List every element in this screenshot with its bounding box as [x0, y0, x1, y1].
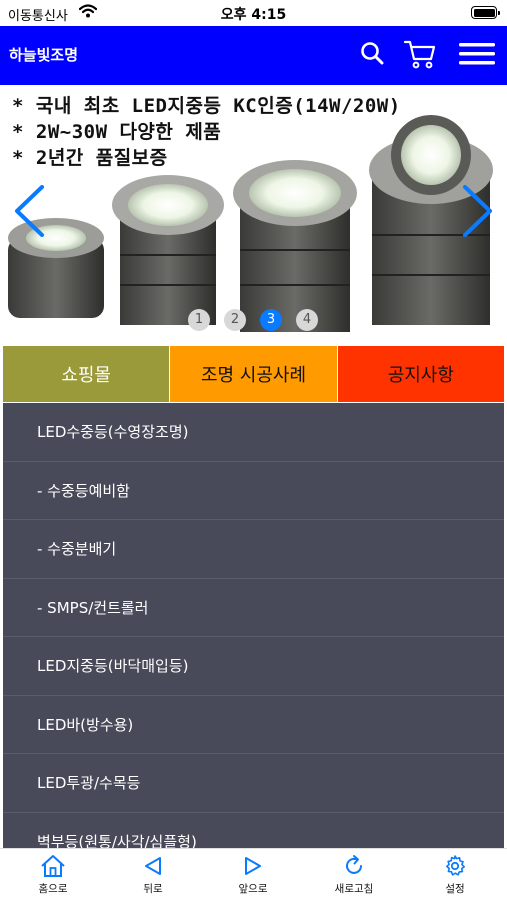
refresh-button[interactable]: 새로고침: [314, 854, 394, 896]
settings-label: 설정: [445, 883, 465, 895]
menu-item[interactable]: LED수중등(수영장조명): [3, 403, 504, 462]
back-label: 뒤로: [143, 883, 163, 895]
app-title: 하늘빛조명: [9, 46, 79, 64]
menu-item[interactable]: LED투광/수목등: [3, 754, 504, 813]
home-button[interactable]: 홈으로: [13, 854, 93, 896]
menu-item[interactable]: LED지중등(바닥매입등): [3, 637, 504, 696]
carousel-dot[interactable]: 4: [296, 309, 318, 331]
forward-label: 앞으로: [238, 883, 268, 895]
category-tabs: 쇼핑몰 조명 시공사례 공지사항: [3, 346, 504, 402]
bottom-toolbar: 홈으로 뒤로 앞으로 새로고침 설정: [0, 848, 507, 900]
tab-notices[interactable]: 공지사항: [337, 346, 504, 402]
tab-construction-cases[interactable]: 조명 시공사례: [170, 346, 338, 402]
battery-icon: [471, 6, 500, 19]
forward-button[interactable]: 앞으로: [213, 854, 293, 896]
banner-line: * 2년간 품질보증: [12, 147, 168, 169]
status-time: 오후 4:15: [220, 7, 287, 23]
cart-icon[interactable]: [403, 38, 437, 74]
menu-item[interactable]: - SMPS/컨트롤러: [3, 579, 504, 637]
app-header: 하늘빛조명: [0, 26, 507, 85]
menu-item[interactable]: - 수중분배기: [3, 520, 504, 579]
home-label: 홈으로: [38, 883, 68, 895]
category-menu: LED수중등(수영장조명) - 수중등예비함 - 수중분배기 - SMPS/컨트…: [3, 403, 504, 848]
back-arrow-icon: [145, 857, 161, 875]
carousel-dot[interactable]: 2: [224, 309, 246, 331]
chevron-left-icon[interactable]: [12, 185, 46, 241]
back-button[interactable]: 뒤로: [113, 854, 193, 896]
banner-carousel[interactable]: * 국내 최초 LED지중등 KC인증(14W/20W) * 2W~30W 다양…: [0, 85, 507, 344]
menu-item[interactable]: LED바(방수용): [3, 696, 504, 754]
search-icon[interactable]: [360, 38, 386, 72]
hamburger-menu-icon[interactable]: [459, 42, 495, 70]
chevron-right-icon[interactable]: [461, 185, 495, 241]
refresh-label: 새로고침: [334, 883, 374, 895]
carousel-dot[interactable]: 1: [188, 309, 210, 331]
carousel-dot-active[interactable]: 3: [260, 309, 282, 331]
gear-icon: [446, 855, 465, 876]
forward-arrow-icon: [245, 857, 261, 875]
refresh-icon: [346, 855, 362, 874]
menu-item[interactable]: - 수중등예비함: [3, 462, 504, 520]
settings-button[interactable]: 설정: [415, 854, 495, 896]
banner-line: * 국내 최초 LED지중등 KC인증(14W/20W): [12, 95, 401, 117]
menu-item[interactable]: 벽부등(원통/사각/심플형): [3, 813, 504, 848]
banner-text: * 국내 최초 LED지중등 KC인증(14W/20W) * 2W~30W 다양…: [12, 93, 401, 171]
home-icon: [41, 855, 65, 877]
tab-shopping-mall[interactable]: 쇼핑몰: [3, 346, 171, 402]
status-bar: 이동통신사 오후 4:15: [0, 0, 507, 26]
banner-line: * 2W~30W 다양한 제품: [12, 121, 222, 143]
